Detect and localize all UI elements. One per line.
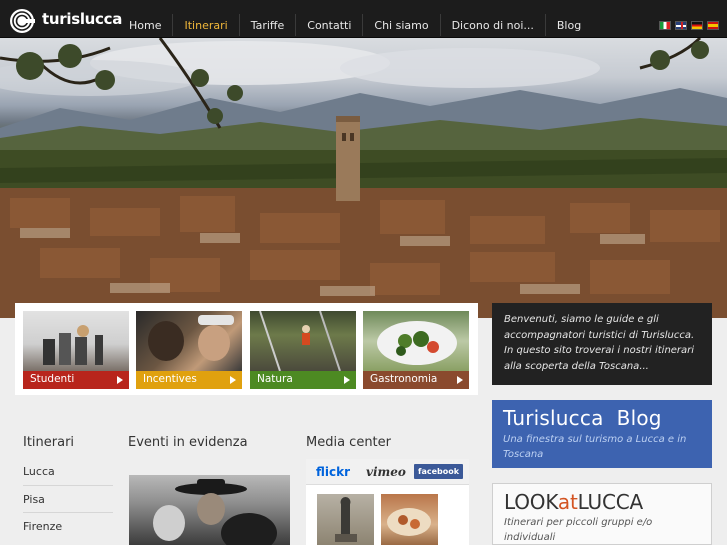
spanish-flag-icon[interactable] bbox=[707, 21, 719, 30]
category-label-bar: Natura bbox=[250, 371, 356, 389]
category-label-bar: Gastronomia bbox=[363, 371, 469, 389]
itinerario-pisa-link[interactable]: Pisa bbox=[23, 485, 113, 512]
incentives-photo bbox=[136, 311, 242, 371]
studenti-photo bbox=[23, 311, 129, 371]
blog-title: Turislucca Blog bbox=[503, 406, 662, 430]
gastronomia-photo bbox=[363, 311, 469, 371]
nav-item-contatti[interactable]: Contatti bbox=[296, 14, 364, 36]
category-strip: Studenti Incentives Natura Gastronomia bbox=[15, 303, 478, 395]
nav-item-home[interactable]: Home bbox=[118, 14, 174, 36]
itinerario-lucca-link[interactable]: Lucca bbox=[23, 458, 113, 485]
itinerari-heading: Itinerari bbox=[23, 435, 75, 450]
media-tabs: flickr vimeo facebook bbox=[306, 459, 469, 485]
arrow-right-icon bbox=[230, 376, 236, 384]
blog-subtitle: Una finestra sul turismo a Lucca e in To… bbox=[503, 434, 687, 460]
nav-item-itinerari[interactable]: Itinerari bbox=[173, 14, 240, 36]
category-label: Natura bbox=[257, 373, 293, 385]
itinerari-list: Lucca Pisa Firenze bbox=[23, 458, 113, 539]
featured-event-image[interactable] bbox=[129, 475, 290, 545]
category-incentives[interactable]: Incentives bbox=[136, 311, 242, 389]
media-thumbnail-statue[interactable] bbox=[317, 494, 374, 545]
hero-landscape-illustration bbox=[0, 38, 727, 318]
look-at-lucca-banner[interactable]: LOOKatLUCCA Itinerari per piccoli gruppi… bbox=[492, 483, 712, 545]
natura-photo bbox=[250, 311, 356, 372]
category-label-bar: Studenti bbox=[23, 371, 129, 389]
nav-item-chi-siamo[interactable]: Chi siamo bbox=[363, 14, 441, 36]
english-flag-icon[interactable] bbox=[675, 21, 687, 30]
vimeo-tab[interactable]: vimeo bbox=[366, 465, 406, 479]
media-thumbnail-food[interactable] bbox=[381, 494, 438, 545]
brand-name[interactable]: turislucca bbox=[42, 10, 122, 28]
itinerario-firenze-link[interactable]: Firenze bbox=[23, 512, 113, 539]
arrow-right-icon bbox=[344, 376, 350, 384]
italian-flag-icon[interactable] bbox=[659, 21, 671, 30]
category-studenti[interactable]: Studenti bbox=[23, 311, 129, 389]
top-navigation-bar: turislucca Home Itinerari Tariffe Contat… bbox=[0, 0, 727, 38]
look-title-accent: at bbox=[557, 490, 578, 514]
look-at-lucca-title: LOOKatLUCCA bbox=[504, 490, 711, 514]
welcome-box: Benvenuti, siamo le guide e gli accompag… bbox=[492, 303, 712, 385]
category-label-bar: Incentives bbox=[136, 371, 242, 389]
look-title-part: LOOK bbox=[504, 490, 558, 514]
look-title-part: LUCCA bbox=[577, 490, 644, 514]
flickr-tab[interactable]: flickr bbox=[316, 465, 350, 479]
nav-item-dicono-di-noi[interactable]: Dicono di noi... bbox=[441, 14, 546, 36]
turislucca-logo-icon[interactable] bbox=[9, 8, 35, 34]
turislucca-blog-banner[interactable]: Turislucca Blog Una finestra sul turismo… bbox=[492, 400, 712, 468]
category-label: Incentives bbox=[143, 373, 197, 385]
main-nav: Home Itinerari Tariffe Contatti Chi siam… bbox=[118, 14, 592, 36]
hero-image-lucca-panorama bbox=[0, 38, 727, 318]
arrow-right-icon bbox=[117, 376, 123, 384]
category-label: Studenti bbox=[30, 373, 75, 385]
nav-item-blog[interactable]: Blog bbox=[546, 14, 592, 36]
category-natura[interactable]: Natura bbox=[250, 311, 356, 389]
facebook-tab[interactable]: facebook bbox=[414, 464, 464, 479]
category-label: Gastronomia bbox=[370, 373, 438, 385]
german-flag-icon[interactable] bbox=[691, 21, 703, 30]
media-center-box: flickr vimeo facebook bbox=[306, 459, 469, 545]
media-center-heading: Media center bbox=[306, 435, 392, 450]
arrow-right-icon bbox=[457, 376, 463, 384]
look-at-lucca-subtitle: Itinerari per piccoli gruppi e/o individ… bbox=[504, 517, 653, 543]
nav-item-tariffe[interactable]: Tariffe bbox=[240, 14, 297, 36]
language-switcher bbox=[659, 21, 719, 30]
eventi-heading: Eventi in evidenza bbox=[128, 435, 248, 450]
category-gastronomia[interactable]: Gastronomia bbox=[363, 311, 469, 389]
